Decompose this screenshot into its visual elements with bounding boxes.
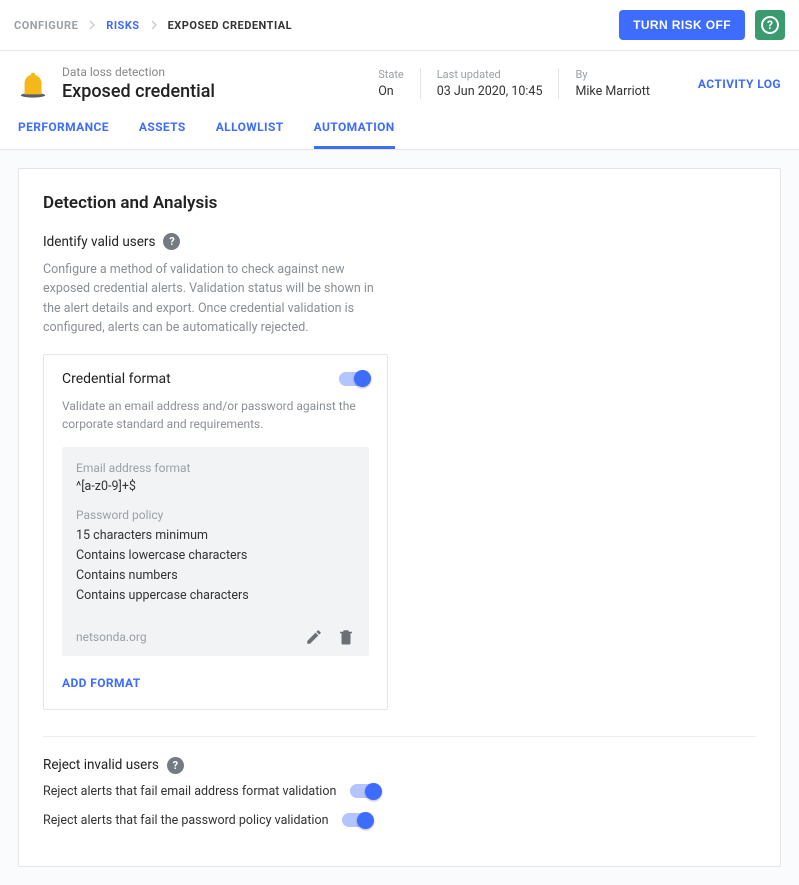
delete-icon[interactable] <box>337 628 355 646</box>
identify-heading: Identify valid users ? <box>43 233 756 250</box>
policy-item: 15 characters minimum <box>76 526 355 546</box>
format-footer: netsonda.org <box>76 628 355 646</box>
policy-item: Contains lowercase characters <box>76 546 355 566</box>
detection-panel: Detection and Analysis Identify valid us… <box>18 168 781 867</box>
meta-by: By Mike Marriott <box>558 68 665 99</box>
breadcrumb: CONFIGURE RISKS EXPOSED CREDENTIAL <box>14 17 292 33</box>
reject-email-row: Reject alerts that fail email address fo… <box>43 784 756 799</box>
header-titles: Data loss detection Exposed credential <box>62 65 312 102</box>
policy-item: Contains numbers <box>76 566 355 586</box>
email-format-label: Email address format <box>76 461 355 475</box>
meta-state: State On <box>362 68 420 99</box>
breadcrumb-current: EXPOSED CREDENTIAL <box>168 19 293 32</box>
password-policy-list: 15 characters minimum Contains lowercase… <box>76 526 355 606</box>
reject-email-toggle[interactable] <box>350 784 380 798</box>
panel-title: Detection and Analysis <box>43 193 756 213</box>
reject-email-label: Reject alerts that fail email address fo… <box>43 784 336 799</box>
breadcrumb-configure[interactable]: CONFIGURE <box>14 19 78 32</box>
top-bar: CONFIGURE RISKS EXPOSED CREDENTIAL TURN … <box>0 0 799 51</box>
toggle-thumb <box>357 812 374 829</box>
tab-allowlist[interactable]: ALLOWLIST <box>216 120 284 149</box>
meta-updated-value: 03 Jun 2020, 10:45 <box>437 84 543 99</box>
reject-heading: Reject invalid users ? <box>43 757 756 774</box>
tab-performance[interactable]: PERFORMANCE <box>18 120 109 149</box>
topbar-actions: TURN RISK OFF ? <box>619 10 785 40</box>
risk-icon <box>18 69 48 99</box>
password-policy-label: Password policy <box>76 508 355 522</box>
add-format-button[interactable]: ADD FORMAT <box>62 676 141 690</box>
meta-state-label: State <box>378 68 404 81</box>
toggle-thumb <box>365 783 382 800</box>
turn-risk-off-button[interactable]: TURN RISK OFF <box>619 10 745 40</box>
page-header: Data loss detection Exposed credential S… <box>0 51 799 102</box>
reject-password-row: Reject alerts that fail the password pol… <box>43 813 756 828</box>
tab-assets[interactable]: ASSETS <box>139 120 186 149</box>
email-format-value: ^[a-z0-9]+$ <box>76 479 355 494</box>
identify-description: Configure a method of validation to chec… <box>43 260 383 338</box>
chevron-right-icon <box>146 17 162 33</box>
page-title: Exposed credential <box>62 81 312 102</box>
edit-icon[interactable] <box>305 628 323 646</box>
identify-label: Identify valid users <box>43 234 155 250</box>
toggle-thumb <box>354 370 371 387</box>
divider <box>43 736 756 737</box>
main-content: Detection and Analysis Identify valid us… <box>0 150 799 885</box>
card-title: Credential format <box>62 371 171 387</box>
header-subtitle: Data loss detection <box>62 65 312 79</box>
breadcrumb-risks[interactable]: RISKS <box>106 19 139 32</box>
meta-by-label: By <box>575 68 649 81</box>
tab-automation[interactable]: AUTOMATION <box>314 120 395 149</box>
reject-password-label: Reject alerts that fail the password pol… <box>43 813 328 828</box>
format-details-box: Email address format ^[a-z0-9]+$ Passwor… <box>62 447 369 656</box>
meta-updated-label: Last updated <box>437 68 543 81</box>
policy-item: Contains uppercase characters <box>76 586 355 606</box>
domain-text: netsonda.org <box>76 630 147 644</box>
card-header: Credential format <box>62 371 369 387</box>
credential-format-card: Credential format Validate an email addr… <box>43 354 388 710</box>
card-description: Validate an email address and/or passwor… <box>62 397 369 433</box>
activity-log-link[interactable]: ACTIVITY LOG <box>698 77 781 91</box>
credential-format-toggle[interactable] <box>339 372 369 386</box>
meta-by-value: Mike Marriott <box>575 84 649 99</box>
reject-password-toggle[interactable] <box>342 813 372 827</box>
meta-updated: Last updated 03 Jun 2020, 10:45 <box>420 68 559 99</box>
header-meta: State On Last updated 03 Jun 2020, 10:45… <box>362 68 666 99</box>
help-button[interactable]: ? <box>755 10 785 40</box>
reject-label: Reject invalid users <box>43 757 159 773</box>
format-actions <box>305 628 355 646</box>
chevron-right-icon <box>84 17 100 33</box>
tabs: PERFORMANCE ASSETS ALLOWLIST AUTOMATION <box>0 102 799 150</box>
question-icon: ? <box>761 16 779 34</box>
help-icon[interactable]: ? <box>167 757 184 774</box>
meta-state-value: On <box>378 84 404 99</box>
help-icon[interactable]: ? <box>163 233 180 250</box>
